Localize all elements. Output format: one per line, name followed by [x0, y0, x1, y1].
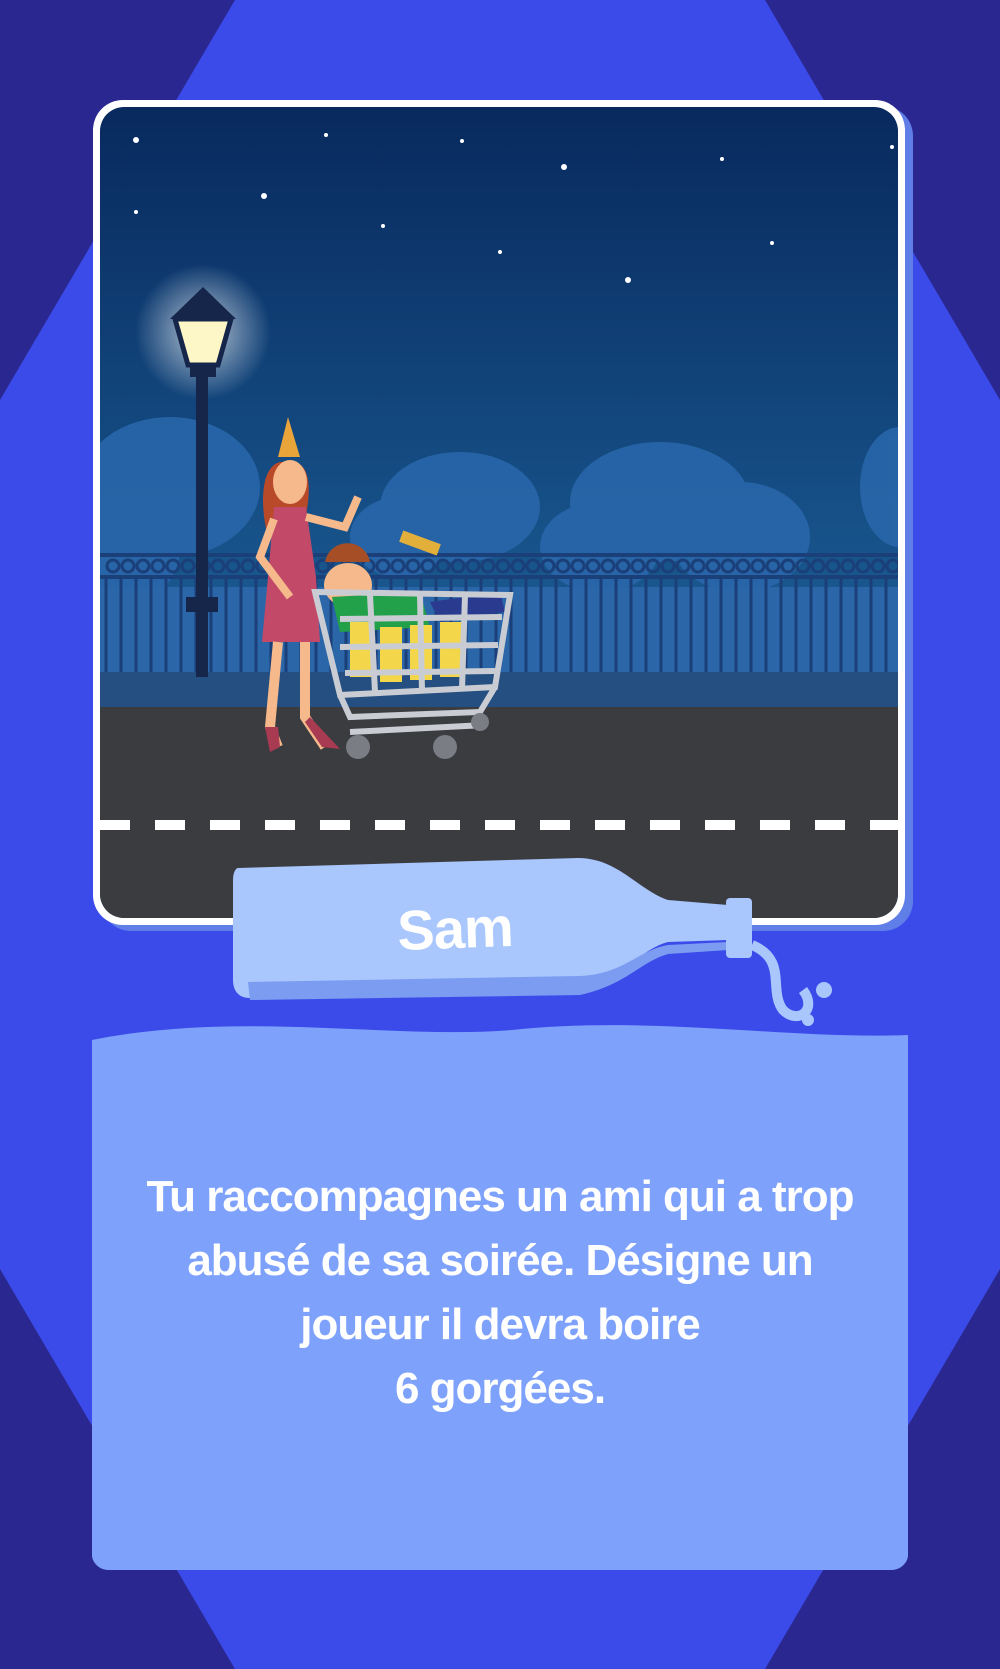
- prompt-line: 6 gorgées.: [394, 1364, 606, 1413]
- prompt-line: abusé de sa soirée. Désigne un: [187, 1236, 813, 1285]
- prompt-line: joueur il devra boire: [300, 1300, 701, 1349]
- player-name: Sam: [396, 895, 514, 962]
- prompt-line: Tu raccompagnes un ami qui a trop: [146, 1172, 855, 1221]
- prompt-text: Tu raccompagnes un ami qui a trop abusé …: [130, 1165, 870, 1421]
- night-scene-illustration: [100, 107, 898, 918]
